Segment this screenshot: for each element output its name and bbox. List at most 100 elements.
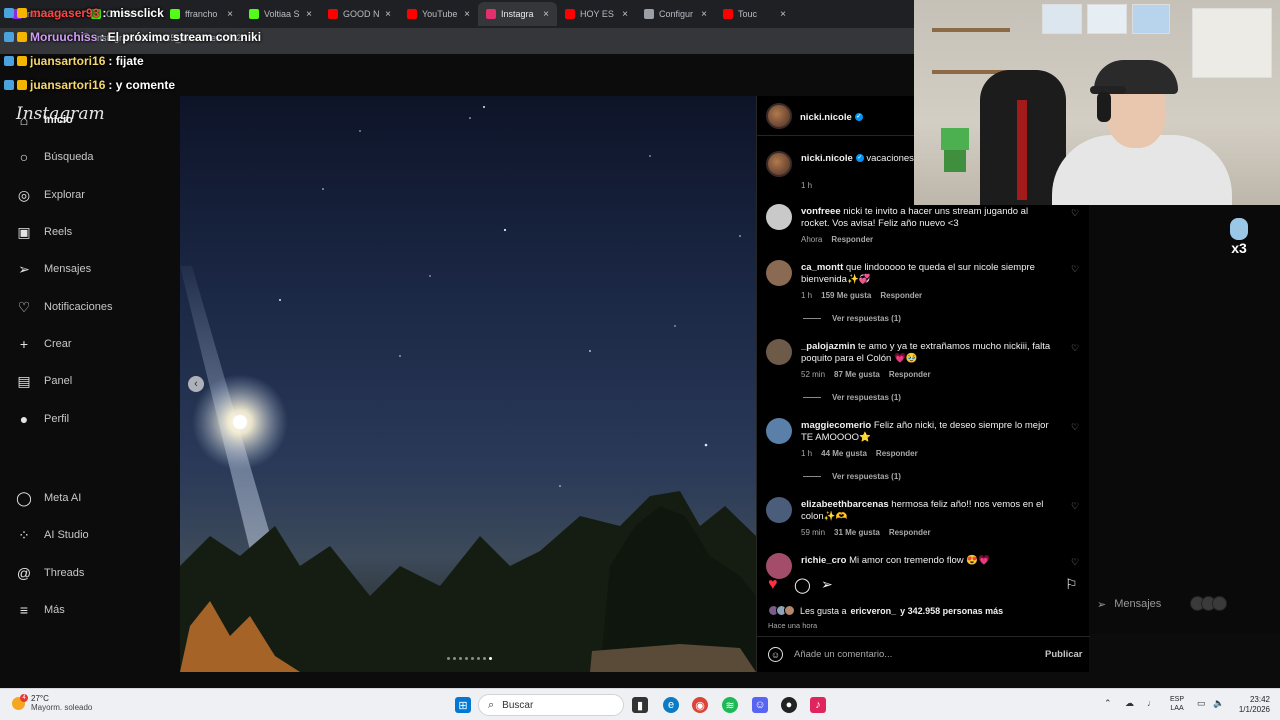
nav-item[interactable]: ▣ Reels bbox=[16, 224, 72, 240]
reply-button[interactable]: Responder bbox=[889, 370, 931, 379]
commenter-avatar[interactable] bbox=[766, 339, 792, 365]
tab-close-icon[interactable]: × bbox=[306, 9, 312, 20]
author-avatar[interactable] bbox=[766, 103, 792, 129]
nav-item[interactable]: ≡ Más bbox=[16, 602, 65, 618]
language-indicator[interactable]: ESP LAA bbox=[1170, 695, 1184, 713]
chrome-icon[interactable]: ◉ bbox=[692, 697, 708, 713]
comment-like-icon[interactable]: ♡ bbox=[1071, 501, 1079, 512]
browser-tab[interactable]: ffrancho × bbox=[162, 2, 241, 26]
reply-button[interactable]: Responder bbox=[889, 528, 931, 537]
comment-username[interactable]: ca_montt bbox=[801, 262, 843, 273]
nav-item[interactable]: ○ Búsqueda bbox=[16, 149, 94, 165]
comment-username[interactable]: maggiecomerio bbox=[801, 420, 871, 431]
chat-message: juansartori16: y comente bbox=[4, 78, 175, 92]
tab-close-icon[interactable]: × bbox=[385, 9, 391, 20]
browser-tab[interactable]: HOY ES × bbox=[557, 2, 636, 26]
tab-favicon-icon bbox=[328, 9, 338, 19]
tab-close-icon[interactable]: × bbox=[701, 9, 707, 20]
tab-close-icon[interactable]: × bbox=[780, 9, 786, 20]
nav-item[interactable]: @ Threads bbox=[16, 565, 84, 581]
comment-username[interactable]: richie_cro bbox=[801, 555, 846, 566]
view-replies-button[interactable]: Ver respuestas (1) bbox=[803, 314, 901, 323]
tab-close-icon[interactable]: × bbox=[227, 9, 233, 20]
mic-icon[interactable]: ♩ bbox=[1147, 698, 1156, 708]
comment-likes[interactable]: 44 Me gusta bbox=[821, 449, 867, 458]
chat-badge-icon bbox=[17, 56, 27, 66]
caption-avatar[interactable] bbox=[766, 151, 792, 177]
start-icon[interactable]: ⊞ bbox=[455, 697, 471, 713]
nav-item[interactable]: ▤ Panel bbox=[16, 373, 72, 389]
comment-username[interactable]: _palojazmin bbox=[801, 341, 855, 352]
browser-tab[interactable]: Voltiaa S × bbox=[241, 2, 320, 26]
task-view-icon[interactable]: ▮ bbox=[632, 697, 648, 713]
comment-text: elizabeethbarcenas hermosa feliz año!! n… bbox=[801, 499, 1044, 522]
comment-likes[interactable]: 159 Me gusta bbox=[821, 291, 871, 300]
cloud-icon[interactable]: ☁ bbox=[1125, 698, 1134, 709]
comment-likes[interactable]: 31 Me gusta bbox=[834, 528, 880, 537]
commenter-avatar[interactable] bbox=[766, 497, 792, 523]
comment-username[interactable]: elizabeethbarcenas bbox=[801, 499, 889, 510]
emoji-icon[interactable]: ☺ bbox=[768, 647, 783, 662]
commenter-avatar[interactable] bbox=[766, 418, 792, 444]
post-photo[interactable] bbox=[180, 96, 756, 672]
browser-tab[interactable]: Configur × bbox=[636, 2, 715, 26]
tab-favicon-icon bbox=[486, 9, 496, 19]
tab-close-icon[interactable]: × bbox=[543, 9, 549, 20]
weather-widget[interactable]: 4 27°C Mayorm. soleado bbox=[12, 693, 92, 712]
nav-item[interactable]: ➢ Mensajes bbox=[16, 261, 91, 277]
comment-like-icon[interactable]: ♡ bbox=[1071, 208, 1079, 219]
comment-likes[interactable]: 87 Me gusta bbox=[834, 370, 880, 379]
chat-message: Moruuchiss: El próximo stream con niki bbox=[4, 30, 261, 44]
view-replies-button[interactable]: Ver respuestas (1) bbox=[803, 393, 901, 402]
nav-item[interactable]: ⌂ Inicio bbox=[16, 112, 73, 128]
nav-item[interactable]: ⁘ AI Studio bbox=[16, 527, 89, 543]
browser-tab[interactable]: Instagra × bbox=[478, 2, 557, 26]
comment-meta: 1 h 159 Me gusta Responder bbox=[801, 291, 923, 300]
discord-icon[interactable]: ☺ bbox=[752, 697, 768, 713]
nav-item[interactable]: ◯ Meta AI bbox=[16, 490, 81, 506]
like-heart-icon[interactable]: ♥ bbox=[768, 576, 778, 594]
comment-like-icon[interactable]: ♡ bbox=[1071, 264, 1079, 275]
edge-icon[interactable]: e bbox=[663, 697, 679, 713]
tray-chevron-icon[interactable]: ⌃ bbox=[1104, 698, 1112, 709]
tab-favicon-icon bbox=[170, 9, 180, 19]
comment-input[interactable]: Añade un comentario... bbox=[794, 649, 892, 660]
comment-icon[interactable]: ◯ bbox=[794, 576, 811, 594]
comment-like-icon[interactable]: ♡ bbox=[1071, 343, 1079, 354]
taskbar-search[interactable]: ⌕ Buscar bbox=[478, 694, 624, 716]
author-username[interactable]: nicki.nicole ✓ bbox=[800, 112, 863, 123]
tab-close-icon[interactable]: × bbox=[622, 9, 628, 20]
comment-username[interactable]: vonfreee bbox=[801, 206, 841, 217]
comment-text: _palojazmin te amo y ya te extrañamos mu… bbox=[801, 341, 1051, 364]
reply-button[interactable]: Responder bbox=[831, 235, 873, 244]
commenter-avatar[interactable] bbox=[766, 204, 792, 230]
share-icon[interactable]: ➢ bbox=[821, 576, 833, 593]
tab-favicon-icon bbox=[723, 9, 733, 19]
commenter-avatar[interactable] bbox=[766, 260, 792, 286]
reply-button[interactable]: Responder bbox=[876, 449, 918, 458]
nav-item[interactable]: + Crear bbox=[16, 336, 72, 352]
comment-like-icon[interactable]: ♡ bbox=[1071, 422, 1079, 433]
view-replies-button[interactable]: Ver respuestas (1) bbox=[803, 472, 901, 481]
previous-photo-button[interactable]: ‹ bbox=[188, 376, 204, 392]
nav-item[interactable]: ● Perfil bbox=[16, 411, 69, 427]
nav-item[interactable]: ◎ Explorar bbox=[16, 187, 85, 203]
publish-button[interactable]: Publicar bbox=[1045, 649, 1083, 660]
monitor-icon[interactable]: ▭ bbox=[1197, 698, 1206, 709]
clock[interactable]: 23:42 1/1/2026 bbox=[1230, 695, 1270, 715]
browser-tab[interactable]: YouTube × bbox=[399, 2, 478, 26]
spotify-icon[interactable]: ≋ bbox=[722, 697, 738, 713]
browser-tab[interactable]: GOOD N × bbox=[320, 2, 399, 26]
nav-item[interactable]: ♡ Notificaciones bbox=[16, 299, 113, 315]
browser-tab[interactable]: Touc × bbox=[715, 2, 794, 26]
reply-button[interactable]: Responder bbox=[880, 291, 922, 300]
tiktok-icon[interactable]: ♪ bbox=[810, 697, 826, 713]
obs-icon[interactable]: ● bbox=[781, 697, 797, 713]
comment-text: vonfreee nicki te invito a hacer uns str… bbox=[801, 206, 1029, 229]
comment-like-icon[interactable]: ♡ bbox=[1071, 557, 1079, 568]
volume-icon[interactable]: 🔈 bbox=[1213, 698, 1224, 709]
likes-summary[interactable]: Les gusta a ericveron_ y 342.958 persona… bbox=[768, 605, 1003, 616]
bookmark-icon[interactable]: ⚐ bbox=[1065, 576, 1078, 593]
send-icon: ➢ bbox=[1097, 598, 1107, 611]
tab-close-icon[interactable]: × bbox=[464, 9, 470, 20]
